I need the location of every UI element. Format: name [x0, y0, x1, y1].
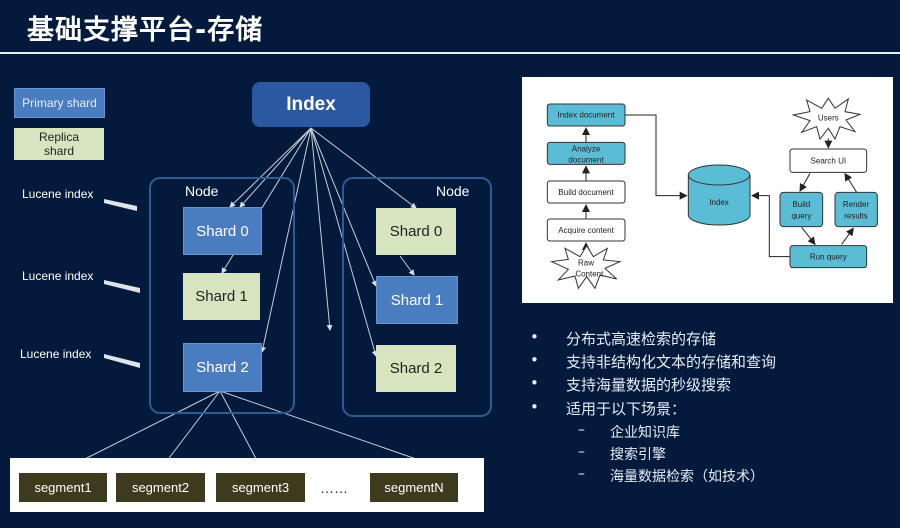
node-1-shard-0: Shard 0 — [183, 207, 262, 255]
index-document-label: Index document — [558, 111, 616, 120]
sub-bullet-dash: – — [578, 422, 585, 438]
sub-bullet-item: 企业知识库 — [610, 425, 680, 441]
lucene-arrow-icon — [104, 199, 137, 211]
lucene-arrow-icon — [104, 280, 140, 293]
render-results-box — [834, 191, 878, 228]
node-1-label: Node — [185, 183, 219, 199]
build-query-label: query — [791, 211, 811, 220]
lucene-arrow-icon — [104, 354, 140, 368]
sub-bullet-dash: – — [578, 444, 585, 460]
bullet-item: 支持非结构化文本的存储和查询 — [566, 353, 777, 371]
segment-ellipsis: …… — [320, 480, 348, 496]
bullet-item: 适用于以下场景： — [566, 400, 687, 418]
segment-1: segment1 — [19, 473, 107, 502]
segment-2: segment2 — [116, 473, 205, 502]
acquire-content-label: Acquire content — [558, 226, 614, 235]
flow-svg: Index document Analyze document Build do… — [546, 97, 878, 290]
users-label: Users — [818, 113, 839, 122]
build-document-label: Build document — [558, 188, 614, 197]
index-node: Index — [252, 82, 370, 127]
sub-bullet-item: 海量数据检索（如技术） — [610, 469, 764, 485]
build-query-label: Build — [792, 200, 810, 209]
analyze-label: Analyze — [572, 145, 601, 154]
node-2-shard-1: Shard 1 — [376, 276, 458, 324]
raw-content-label: Content — [575, 269, 604, 278]
render-results-label: Render — [843, 200, 870, 209]
segment-3: segment3 — [216, 473, 305, 502]
build-query-box — [779, 191, 824, 228]
index-cylinder-label: Index — [709, 198, 729, 207]
run-query-label: Run query — [810, 252, 847, 261]
bullet-dot: • — [530, 328, 539, 346]
node-2-shard-2: Shard 2 — [376, 345, 456, 392]
node-2-shard-0: Shard 0 — [376, 208, 456, 255]
lucene-index-label: Lucene index — [22, 187, 94, 201]
raw-content-label: Raw — [578, 259, 594, 268]
node-2-label: Node — [436, 183, 470, 199]
sub-bullet-item: 搜索引擎 — [610, 447, 666, 463]
bullet-item: 分布式高速检索的存储 — [566, 330, 717, 348]
segment-n: segmentN — [370, 473, 458, 502]
bullet-item: 支持海量数据的秒级搜索 — [566, 376, 732, 394]
search-ui-label: Search UI — [811, 157, 847, 166]
lucene-index-label: Lucene index — [20, 347, 92, 361]
render-results-label: results — [844, 211, 868, 220]
analyze-label: document — [568, 155, 604, 164]
bullet-dot: • — [530, 374, 539, 392]
lucene-index-label: Lucene index — [22, 269, 94, 283]
bullet-dot: • — [530, 351, 539, 369]
search-flow-diagram: Index document Analyze document Build do… — [522, 77, 893, 303]
node-1-shard-1: Shard 1 — [183, 273, 260, 320]
bullet-dot: • — [530, 398, 539, 416]
sub-bullet-dash: – — [578, 466, 585, 482]
node-1-shard-2: Shard 2 — [183, 343, 262, 392]
